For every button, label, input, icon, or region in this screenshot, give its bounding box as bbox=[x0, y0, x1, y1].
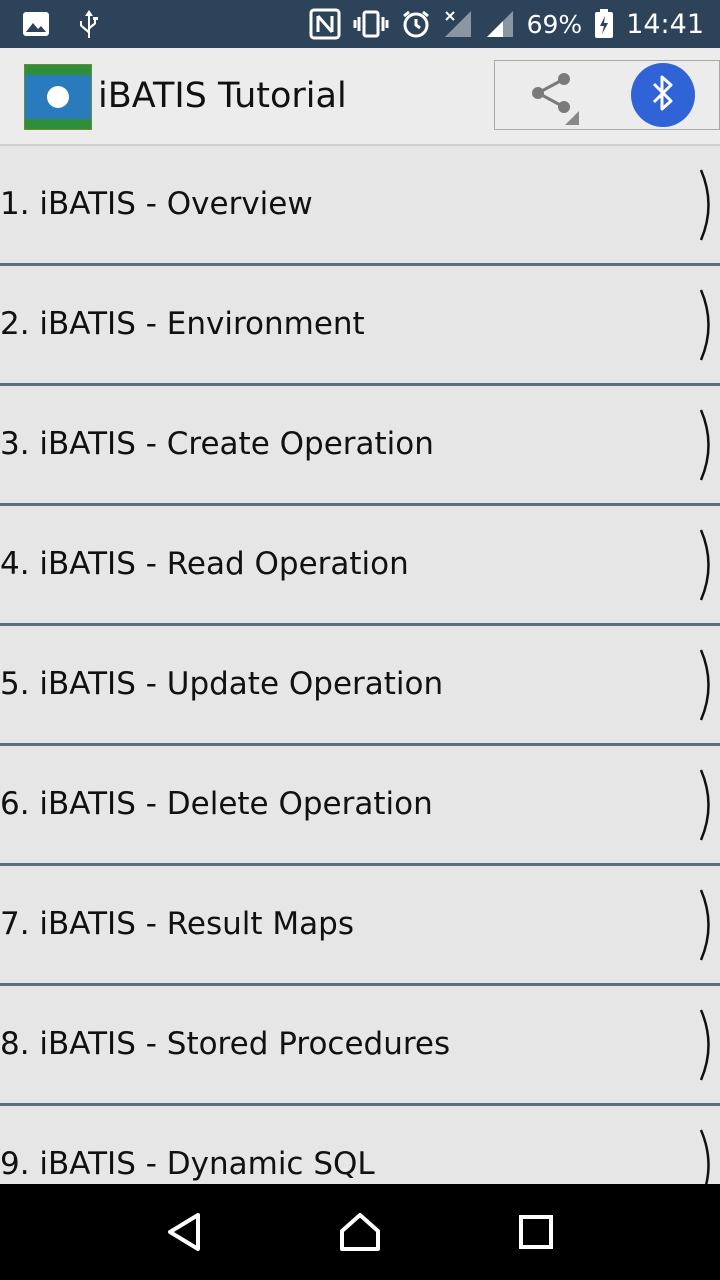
list-item[interactable]: 8. iBATIS - Stored Procedures bbox=[0, 986, 720, 1106]
list-item[interactable]: 1. iBATIS - Overview bbox=[0, 146, 720, 266]
home-icon bbox=[340, 1213, 380, 1251]
signal-icon bbox=[485, 9, 515, 39]
share-menu-corner bbox=[565, 111, 579, 125]
list-item[interactable]: 3. iBATIS - Create Operation bbox=[0, 386, 720, 506]
status-bar: 69% 14:41 bbox=[0, 0, 720, 48]
recents-icon bbox=[519, 1215, 553, 1249]
image-icon bbox=[22, 11, 50, 37]
back-button[interactable] bbox=[154, 1202, 214, 1262]
battery-percent: 69% bbox=[526, 9, 583, 39]
list-item-label: 5. iBATIS - Update Operation bbox=[0, 666, 444, 702]
list-item-label: 3. iBATIS - Create Operation bbox=[0, 426, 434, 462]
chevron-right-icon bbox=[699, 1129, 710, 1184]
chevron-right-icon bbox=[699, 169, 710, 241]
list-item-label: 2. iBATIS - Environment bbox=[0, 306, 365, 342]
app-bar: iBATIS Tutorial bbox=[0, 48, 720, 146]
list-item[interactable]: 7. iBATIS - Result Maps bbox=[0, 866, 720, 986]
list-item-label: 4. iBATIS - Read Operation bbox=[0, 546, 409, 582]
list-item-label: 9. iBATIS - Dynamic SQL bbox=[0, 1146, 375, 1182]
list-item[interactable]: 9. iBATIS - Dynamic SQL bbox=[0, 1106, 720, 1184]
list-item-label: 8. iBATIS - Stored Procedures bbox=[0, 1026, 451, 1062]
chapter-list: 1. iBATIS - Overview 2. iBATIS - Environ… bbox=[0, 146, 720, 1184]
back-icon bbox=[168, 1213, 200, 1251]
vibrate-icon bbox=[353, 10, 389, 38]
chevron-right-icon bbox=[699, 409, 710, 481]
list-item[interactable]: 4. iBATIS - Read Operation bbox=[0, 506, 720, 626]
bluetooth-button[interactable] bbox=[606, 60, 720, 130]
list-item-label: 6. iBATIS - Delete Operation bbox=[0, 786, 433, 822]
app-title: iBATIS Tutorial bbox=[98, 76, 347, 116]
app-logo bbox=[24, 64, 92, 130]
home-button[interactable] bbox=[330, 1202, 390, 1262]
recents-button[interactable] bbox=[506, 1202, 566, 1262]
list-item[interactable]: 2. iBATIS - Environment bbox=[0, 266, 720, 386]
chevron-right-icon bbox=[699, 529, 710, 601]
chevron-right-icon bbox=[699, 769, 710, 841]
chevron-right-icon bbox=[699, 289, 710, 361]
bluetooth-icon bbox=[648, 73, 678, 117]
chevron-right-icon bbox=[699, 1009, 710, 1081]
usb-icon bbox=[76, 8, 102, 40]
signal-x-icon bbox=[443, 9, 473, 39]
list-item[interactable]: 5. iBATIS - Update Operation bbox=[0, 626, 720, 746]
list-item[interactable]: 6. iBATIS - Delete Operation bbox=[0, 746, 720, 866]
alarm-icon bbox=[401, 9, 431, 39]
share-button[interactable] bbox=[494, 60, 608, 130]
chevron-right-icon bbox=[699, 889, 710, 961]
chevron-right-icon bbox=[699, 649, 710, 721]
list-item-label: 1. iBATIS - Overview bbox=[0, 186, 313, 222]
status-time: 14:41 bbox=[626, 8, 704, 40]
battery-charging-icon bbox=[594, 9, 614, 39]
nfc-icon bbox=[309, 8, 341, 40]
list-item-label: 7. iBATIS - Result Maps bbox=[0, 906, 354, 942]
navigation-bar bbox=[0, 1184, 720, 1280]
